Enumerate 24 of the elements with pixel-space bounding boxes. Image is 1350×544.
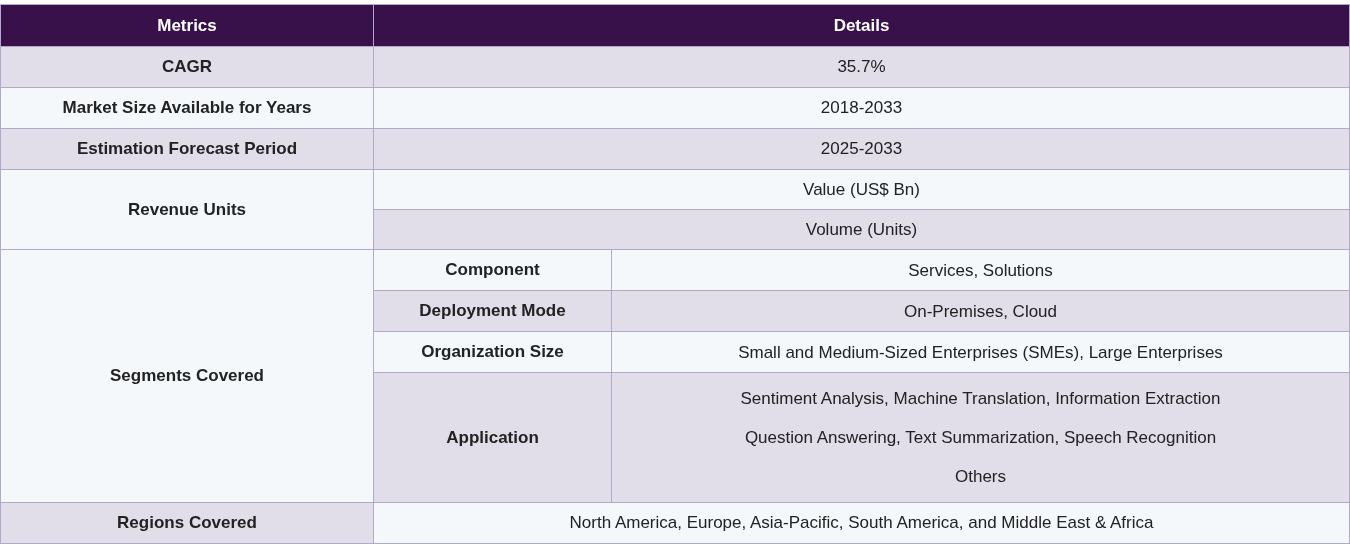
segment-name-cell: Organization Size: [373, 331, 612, 373]
metric-cell: Market Size Available for Years: [0, 87, 374, 129]
segment-detail-text: Sentiment Analysis, Machine Translation, Information Extraction: [740, 388, 1221, 410]
detail-cell: Value (US$ Bn): [373, 169, 1350, 210]
segment-detail-text: Small and Medium-Sized Enterprises (SMEs), Large Enterprises: [738, 341, 1223, 364]
segment-name-cell: Application: [373, 372, 612, 503]
column-header: Metrics: [0, 4, 374, 47]
detail-cell: Volume (Units): [373, 209, 1350, 250]
segment-detail-text: Services, Solutions: [908, 259, 1053, 282]
segment-detail-text: Question Answering, Text Summarization, Speech Recognition: [744, 427, 1217, 449]
metric-cell: Regions Covered: [0, 502, 374, 544]
metric-cell: CAGR: [0, 46, 374, 88]
detail-cell: 35.7%: [373, 46, 1350, 88]
column-header: Details: [373, 4, 1350, 47]
segment-name-cell: Deployment Mode: [373, 290, 612, 332]
segment-name-cell: Component: [373, 249, 612, 291]
metric-cell: Revenue Units: [0, 169, 374, 250]
metric-cell: Estimation Forecast Period: [0, 128, 374, 170]
metric-cell: Segments Covered: [0, 249, 374, 503]
segment-detail-text: Others: [955, 466, 1006, 488]
detail-cell: 2025-2033: [373, 128, 1350, 170]
detail-cell: North America, Europe, Asia-Pacific, South America, and Middle East & Africa: [373, 502, 1350, 544]
detail-cell: 2018-2033: [373, 87, 1350, 129]
segment-detail-text: On-Premises, Cloud: [903, 300, 1058, 323]
